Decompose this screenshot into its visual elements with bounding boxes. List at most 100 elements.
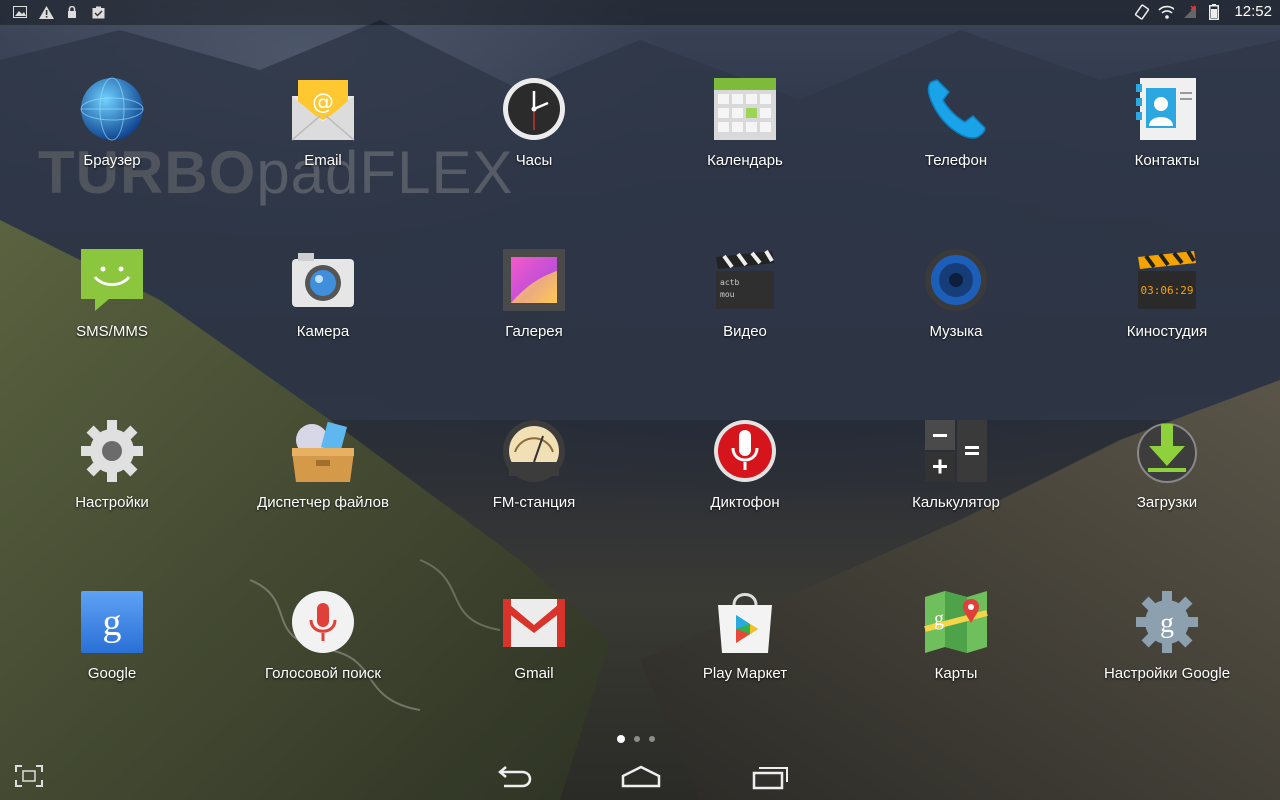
app-gmail[interactable]: Gmail [439, 589, 629, 719]
app-label: Контакты [1134, 152, 1200, 169]
lock-icon [64, 4, 80, 20]
app-file-manager[interactable]: Диспетчер файлов [228, 418, 418, 548]
home-icon[interactable] [621, 764, 661, 790]
recents-icon[interactable] [750, 764, 790, 790]
app-google[interactable]: g Google [17, 589, 207, 719]
gmail-icon [503, 599, 565, 647]
app-fm-radio[interactable]: FM-станция [439, 418, 629, 548]
app-label: Музыка [929, 323, 983, 340]
clock-icon [503, 78, 565, 140]
app-label: Загрузки [1136, 494, 1198, 511]
microphone-red-icon [714, 420, 776, 482]
radio-gauge-icon [503, 420, 565, 482]
app-label: Камера [296, 323, 350, 340]
camera-icon [292, 253, 354, 307]
page-indicator [617, 735, 655, 743]
page-dot[interactable] [649, 736, 655, 742]
app-phone[interactable]: Телефон [861, 76, 1051, 206]
page-dot[interactable] [634, 736, 640, 742]
back-icon[interactable] [494, 764, 534, 790]
app-label: FM-станция [492, 494, 576, 511]
svg-text:g: g [1160, 608, 1174, 639]
app-calculator[interactable]: Калькулятор [861, 418, 1051, 548]
svg-text:actb: actb [720, 278, 739, 287]
app-maps[interactable]: g Карты [861, 589, 1051, 719]
app-label: Google [87, 665, 137, 682]
voice-search-icon [292, 591, 354, 653]
signal-off-icon [1182, 4, 1198, 20]
app-google-settings[interactable]: g Настройки Google [1072, 589, 1262, 719]
contacts-icon [1136, 78, 1196, 140]
movie-studio-icon: 03:06:29 [1138, 249, 1196, 309]
app-settings[interactable]: Настройки [17, 418, 207, 548]
app-browser[interactable]: Браузер [17, 76, 207, 206]
app-email[interactable]: @ Email [228, 76, 418, 206]
app-downloads[interactable]: Загрузки [1072, 418, 1262, 548]
app-movie-studio[interactable]: 03:06:29 Киностудия [1072, 247, 1262, 377]
gear-icon [81, 420, 143, 482]
app-label: Календарь [707, 152, 783, 169]
email-icon: @ [291, 80, 355, 141]
app-label: Галерея [505, 323, 563, 340]
play-store-icon [718, 593, 772, 653]
app-label: SMS/MMS [76, 323, 148, 340]
app-music[interactable]: Музыка [861, 247, 1051, 377]
app-label: Настройки Google [1103, 665, 1231, 682]
app-label: Email [304, 152, 342, 169]
app-label: Калькулятор [912, 494, 1000, 511]
status-clock: 12:52 [1234, 3, 1272, 20]
svg-text:g: g [934, 608, 944, 630]
svg-text:@: @ [312, 90, 334, 115]
app-sms[interactable]: SMS/MMS [17, 247, 207, 377]
app-label: Настройки [75, 494, 149, 511]
app-label: Gmail [514, 665, 554, 682]
download-icon [1137, 423, 1197, 483]
app-calendar[interactable]: Календарь [650, 76, 840, 206]
notification-icons [12, 4, 106, 20]
app-play-market[interactable]: Play Маркет [650, 589, 840, 719]
app-label: Браузер [83, 152, 141, 169]
app-label: Телефон [924, 152, 988, 169]
page-dot-active[interactable] [617, 735, 625, 743]
sms-icon [81, 249, 143, 311]
gallery-icon [503, 249, 565, 311]
app-contacts[interactable]: Контакты [1072, 76, 1262, 206]
google-settings-icon: g [1136, 591, 1198, 653]
app-gallery[interactable]: Галерея [439, 247, 629, 377]
app-label: Голосовой поиск [264, 665, 381, 682]
rotate-icon [1134, 3, 1150, 20]
app-label: Видео [723, 323, 767, 340]
app-label: Play Маркет [702, 665, 788, 682]
system-icons: 12:52 [1134, 3, 1272, 20]
app-drawer-grid: Браузер @ Email Часы Календарь Телефон К… [0, 0, 1280, 800]
status-bar: 12:52 [0, 0, 1280, 25]
app-clock[interactable]: Часы [439, 76, 629, 206]
app-label: Киностудия [1126, 323, 1208, 340]
app-camera[interactable]: Камера [228, 247, 418, 377]
maps-icon: g [924, 591, 988, 653]
svg-text:mou: mou [720, 290, 735, 299]
file-box-icon [292, 421, 354, 482]
speaker-icon [925, 249, 987, 311]
app-label: Карты [934, 665, 978, 682]
wifi-icon [1158, 4, 1175, 20]
image-icon [12, 4, 28, 20]
warning-icon [38, 4, 54, 20]
globe-icon [80, 77, 144, 141]
app-video[interactable]: actb mou Видео [650, 247, 840, 377]
clapper-icon: actb mou [716, 249, 774, 309]
app-voice-search[interactable]: Голосовой поиск [228, 589, 418, 719]
app-label: Часы [515, 152, 553, 169]
app-label: Диспетчер файлов [257, 494, 389, 511]
phone-icon [927, 79, 986, 139]
navigation-bar [0, 752, 1280, 800]
app-recorder[interactable]: Диктофон [650, 418, 840, 548]
calendar-icon [714, 78, 776, 140]
app-label: Диктофон [710, 494, 780, 511]
clipboard-check-icon [90, 4, 106, 20]
battery-icon [1206, 3, 1222, 20]
calculator-icon [925, 420, 987, 482]
svg-text:03:06:29: 03:06:29 [1141, 284, 1194, 297]
svg-text:g: g [103, 602, 122, 644]
google-g-icon: g [81, 591, 143, 653]
